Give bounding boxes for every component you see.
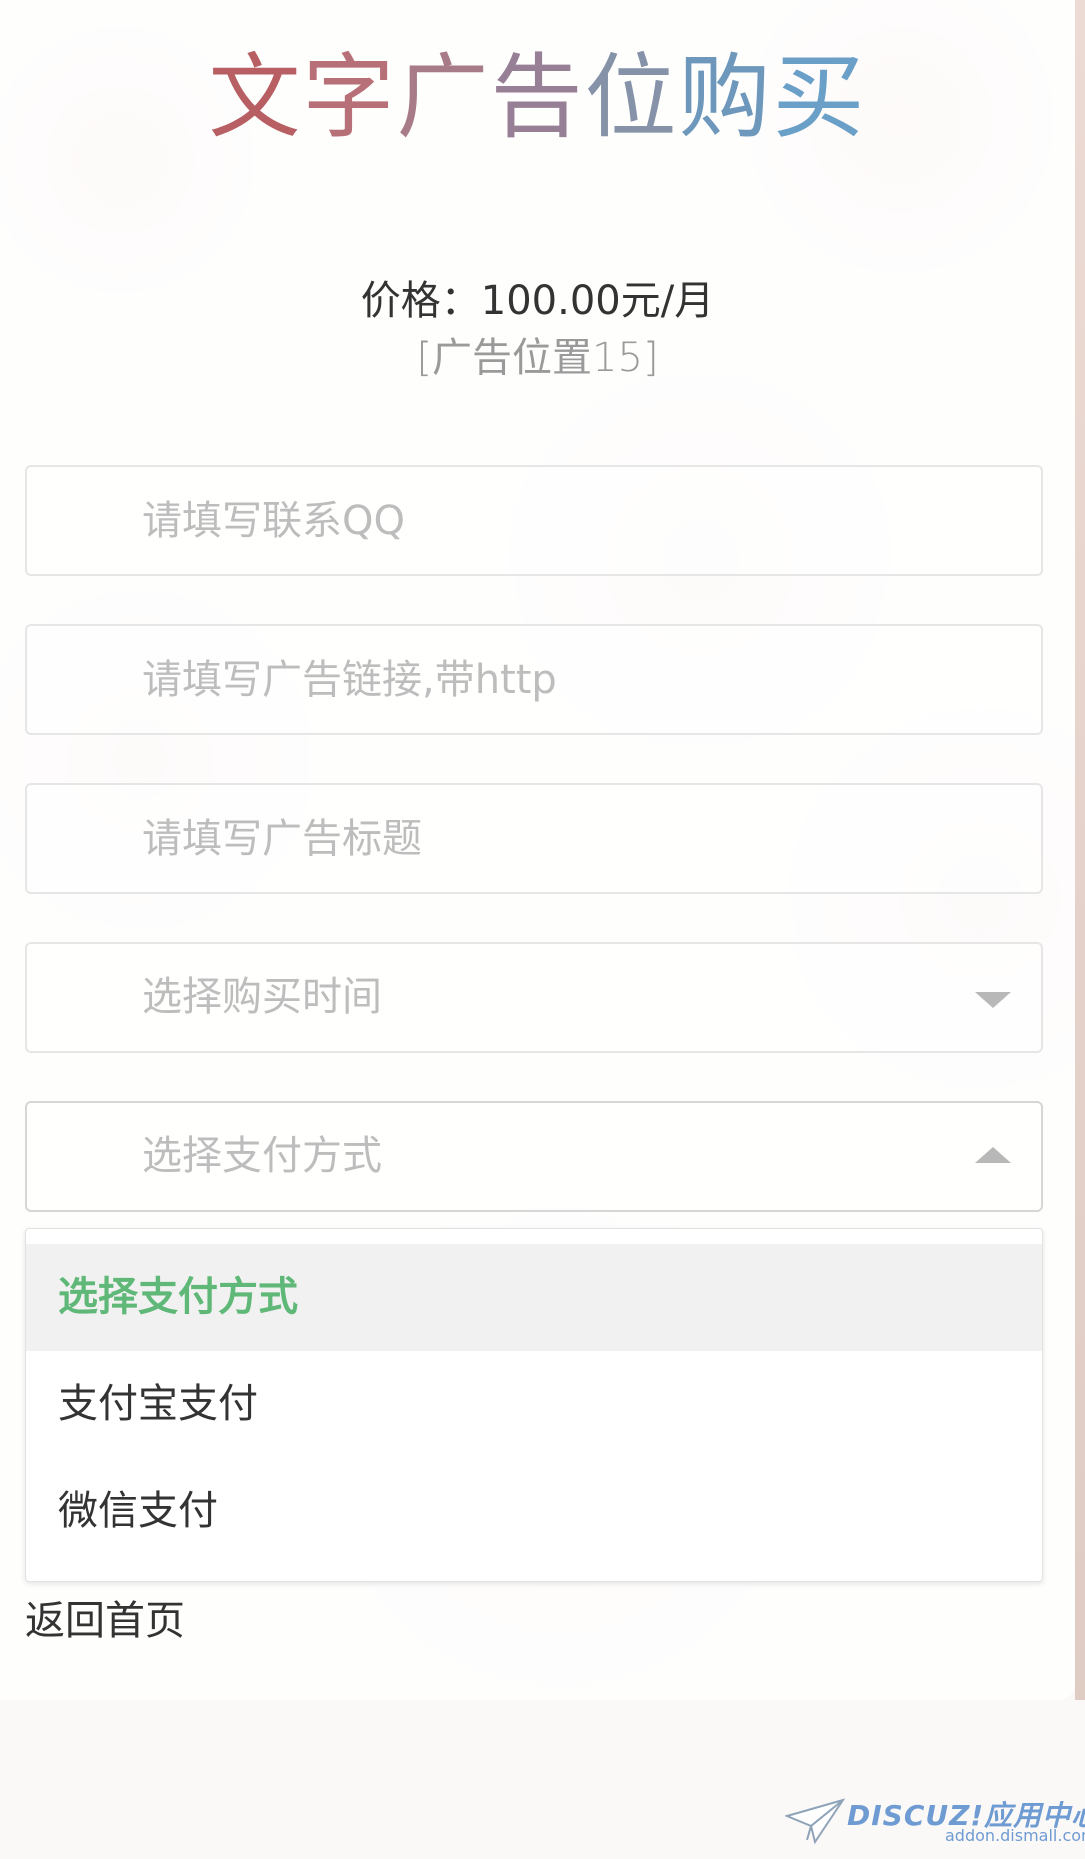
page-title: 文字广告位购买 <box>0 52 1075 144</box>
price-text: 价格：100.00元/月 <box>360 278 715 324</box>
title-char: 字 <box>302 44 397 151</box>
ad-link-input[interactable] <box>27 626 1041 733</box>
title-char: 位 <box>584 44 679 151</box>
qq-field <box>25 465 1043 576</box>
right-decoration-strip <box>1075 0 1085 1700</box>
title-char: 文 <box>208 44 303 151</box>
payment-method-dropdown: 选择支付方式 支付宝支付 微信支付 <box>25 1228 1043 1582</box>
chevron-up-icon <box>975 1147 1011 1163</box>
watermark-url: addon.dismall.com <box>945 1826 1085 1845</box>
chevron-down-icon <box>975 992 1011 1008</box>
payment-method-select-text: 选择支付方式 <box>142 1133 382 1179</box>
title-char: 告 <box>490 44 585 151</box>
link-field <box>25 624 1043 735</box>
dropdown-option-wechat-pay[interactable]: 微信支付 <box>26 1458 1042 1565</box>
dropdown-option-alipay[interactable]: 支付宝支付 <box>26 1351 1042 1458</box>
ad-title-input[interactable] <box>27 785 1041 892</box>
title-char: 买 <box>772 44 867 151</box>
dropdown-option-select-payment[interactable]: 选择支付方式 <box>26 1244 1042 1351</box>
paper-plane-icon <box>785 1798 845 1845</box>
purchase-time-select[interactable]: 选择购买时间 <box>25 942 1043 1053</box>
title-char: 广 <box>396 44 491 151</box>
purchase-time-select-text: 选择购买时间 <box>142 974 382 1020</box>
title-field <box>25 783 1043 894</box>
qq-input[interactable] <box>27 467 1041 574</box>
back-to-home-link[interactable]: 返回首页 <box>25 1588 185 1646</box>
title-char: 购 <box>678 44 773 151</box>
payment-method-select[interactable]: 选择支付方式 <box>25 1101 1043 1212</box>
ad-slot-label: [广告位置15] <box>416 335 659 381</box>
watermark: DISCUZ!应用中心 addon.dismall.com <box>785 1790 1085 1850</box>
